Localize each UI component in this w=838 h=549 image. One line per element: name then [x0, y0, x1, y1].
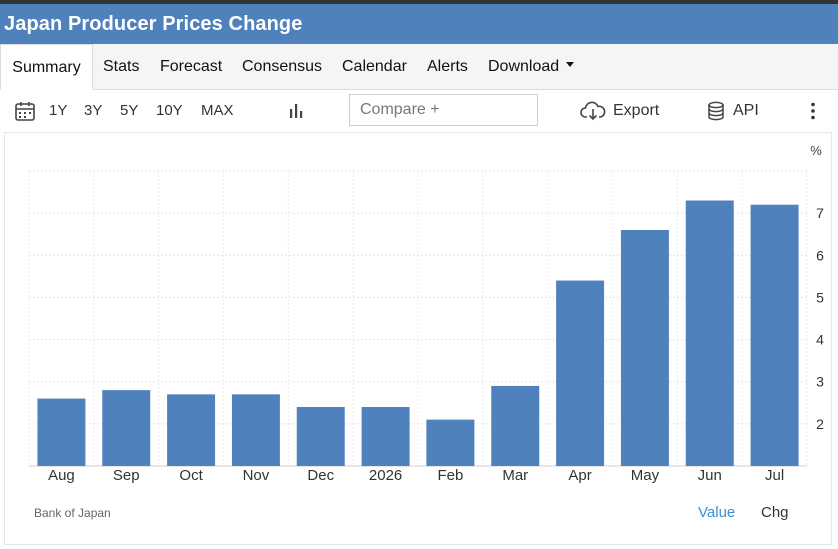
y-axis-labels: 2 3 4 5 6 7: [816, 205, 824, 432]
range-1y[interactable]: 1Y: [49, 90, 67, 132]
x-tick-label: May: [631, 467, 660, 484]
range-5y[interactable]: 5Y: [120, 90, 138, 132]
x-tick-label: Jun: [698, 467, 722, 484]
bar-aug: [37, 398, 86, 466]
cloud-download-icon[interactable]: [580, 100, 606, 122]
api-button[interactable]: API: [733, 90, 759, 132]
database-icon[interactable]: [705, 100, 727, 122]
bar-nov: [231, 394, 280, 466]
calendar-icon[interactable]: [14, 100, 36, 122]
x-tick-label: Jul: [765, 467, 784, 484]
tab-bar: Summary Stats Forecast Consensus Calenda…: [0, 44, 838, 90]
x-tick-label: 2026: [369, 467, 402, 484]
bar-dec: [296, 407, 345, 466]
y-tick-label: 6: [816, 247, 824, 263]
tab-forecast[interactable]: Forecast: [160, 44, 222, 89]
tab-calendar[interactable]: Calendar: [342, 44, 407, 89]
x-axis-labels: Aug Sep Oct Nov Dec 2026 Feb Mar Apr May Jun Jul: [48, 467, 784, 484]
tab-summary[interactable]: Summary: [0, 44, 93, 90]
chart-container: Aug Sep Oct Nov Dec 2026 Feb Mar Apr May Jun Jul 2 3…: [4, 132, 832, 545]
x-tick-label: Apr: [568, 467, 591, 484]
bar-feb: [426, 419, 475, 466]
page-header: Japan Producer Prices Change: [0, 4, 838, 44]
x-tick-label: Aug: [48, 467, 75, 484]
tab-stats[interactable]: Stats: [103, 44, 139, 89]
x-tick-label: Feb: [437, 467, 463, 484]
bar-jul: [750, 204, 799, 466]
bar-chart-icon[interactable]: [285, 100, 307, 122]
source-label: Bank of Japan: [34, 506, 111, 520]
y-tick-label: 2: [816, 416, 824, 432]
tab-consensus[interactable]: Consensus: [242, 44, 322, 89]
y-tick-label: 7: [816, 205, 824, 221]
compare-input[interactable]: Compare +: [349, 94, 538, 126]
bar-chart: Aug Sep Oct Nov Dec 2026 Feb Mar Apr May Jun Jul 2 3…: [28, 143, 824, 484]
x-tick-label: Nov: [243, 467, 270, 484]
export-button[interactable]: Export: [613, 90, 659, 132]
y-tick-label: 3: [816, 374, 824, 390]
range-max[interactable]: MAX: [201, 90, 234, 132]
bar-mar: [491, 385, 540, 466]
value-toggle[interactable]: Value: [698, 504, 735, 521]
bar-jun: [685, 200, 734, 466]
x-tick-label: Oct: [179, 467, 203, 484]
bar-apr: [556, 280, 605, 466]
range-10y[interactable]: 10Y: [156, 90, 183, 132]
tab-download-label: Download: [488, 58, 560, 75]
x-tick-label: Sep: [113, 467, 140, 484]
bar-oct: [167, 394, 216, 466]
tab-alerts[interactable]: Alerts: [427, 44, 468, 89]
page-title: Japan Producer Prices Change: [4, 13, 303, 35]
chart-toolbar: 1Y 3Y 5Y 10Y MAX Compare + Export API: [0, 90, 838, 132]
chevron-down-icon: [566, 62, 575, 68]
change-toggle[interactable]: Chg: [761, 504, 789, 521]
bar-sep: [102, 390, 151, 466]
bar-may: [620, 230, 669, 466]
bar-2026: [361, 407, 410, 466]
y-tick-label: 5: [816, 289, 824, 305]
x-tick-label: Mar: [502, 467, 528, 484]
range-3y[interactable]: 3Y: [84, 90, 102, 132]
y-axis-unit: %: [810, 143, 822, 158]
y-tick-label: 4: [816, 332, 824, 348]
tab-download[interactable]: Download: [488, 44, 575, 89]
x-tick-label: Dec: [307, 467, 334, 484]
more-vertical-icon[interactable]: [802, 100, 824, 122]
